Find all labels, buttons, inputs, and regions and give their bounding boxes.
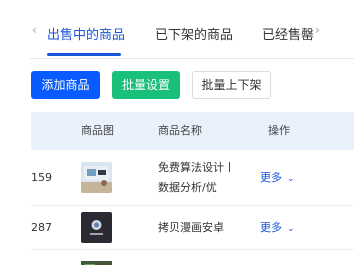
tab-off-shelf[interactable]: 已下架的商品 [155, 27, 233, 45]
chevron-down-icon: ⌄ [287, 224, 295, 234]
product-thumbnail [81, 258, 112, 265]
tab-sold-out[interactable]: 已经售罄 [262, 27, 314, 45]
header-name: 商品名称 [158, 124, 202, 137]
tab-bar: ‹ 出售中的商品 已下架的商品 已经售罄 › [0, 0, 354, 59]
tab-on-sale[interactable]: 出售中的商品 [47, 27, 125, 45]
header-action-sticky: 操作 [268, 124, 290, 137]
active-tab-indicator [47, 53, 121, 56]
add-product-button[interactable]: 添加商品 [31, 71, 100, 99]
chevron-right-icon[interactable]: › [315, 22, 320, 38]
header-image: 商品图 [81, 124, 114, 137]
product-name[interactable]: 拷贝漫画安卓 [158, 218, 238, 238]
batch-settings-button[interactable]: 批量设置 [112, 71, 180, 99]
product-id: 287 [31, 221, 52, 234]
chevron-left-icon[interactable]: ‹ [32, 22, 37, 38]
product-name[interactable]: 免费算法设计丨二 数据分析/优 [158, 158, 238, 198]
chevron-down-icon: ⌄ [287, 174, 295, 184]
batch-shelf-button[interactable]: 批量上下架 [192, 71, 271, 99]
tab-divider [30, 58, 354, 59]
product-thumbnail [81, 162, 112, 193]
product-table: 商品图 商品名称 操作 159 免费算法设计丨二 数据分析/优 287 [31, 112, 354, 265]
product-id: 159 [31, 171, 52, 184]
more-actions-button[interactable]: 更多 ⌄ [260, 170, 295, 187]
product-thumbnail [81, 212, 112, 243]
action-column: 操作 更多 ⌄ 更多 ⌄ [234, 112, 354, 265]
more-actions-button[interactable]: 更多 ⌄ [260, 220, 295, 237]
